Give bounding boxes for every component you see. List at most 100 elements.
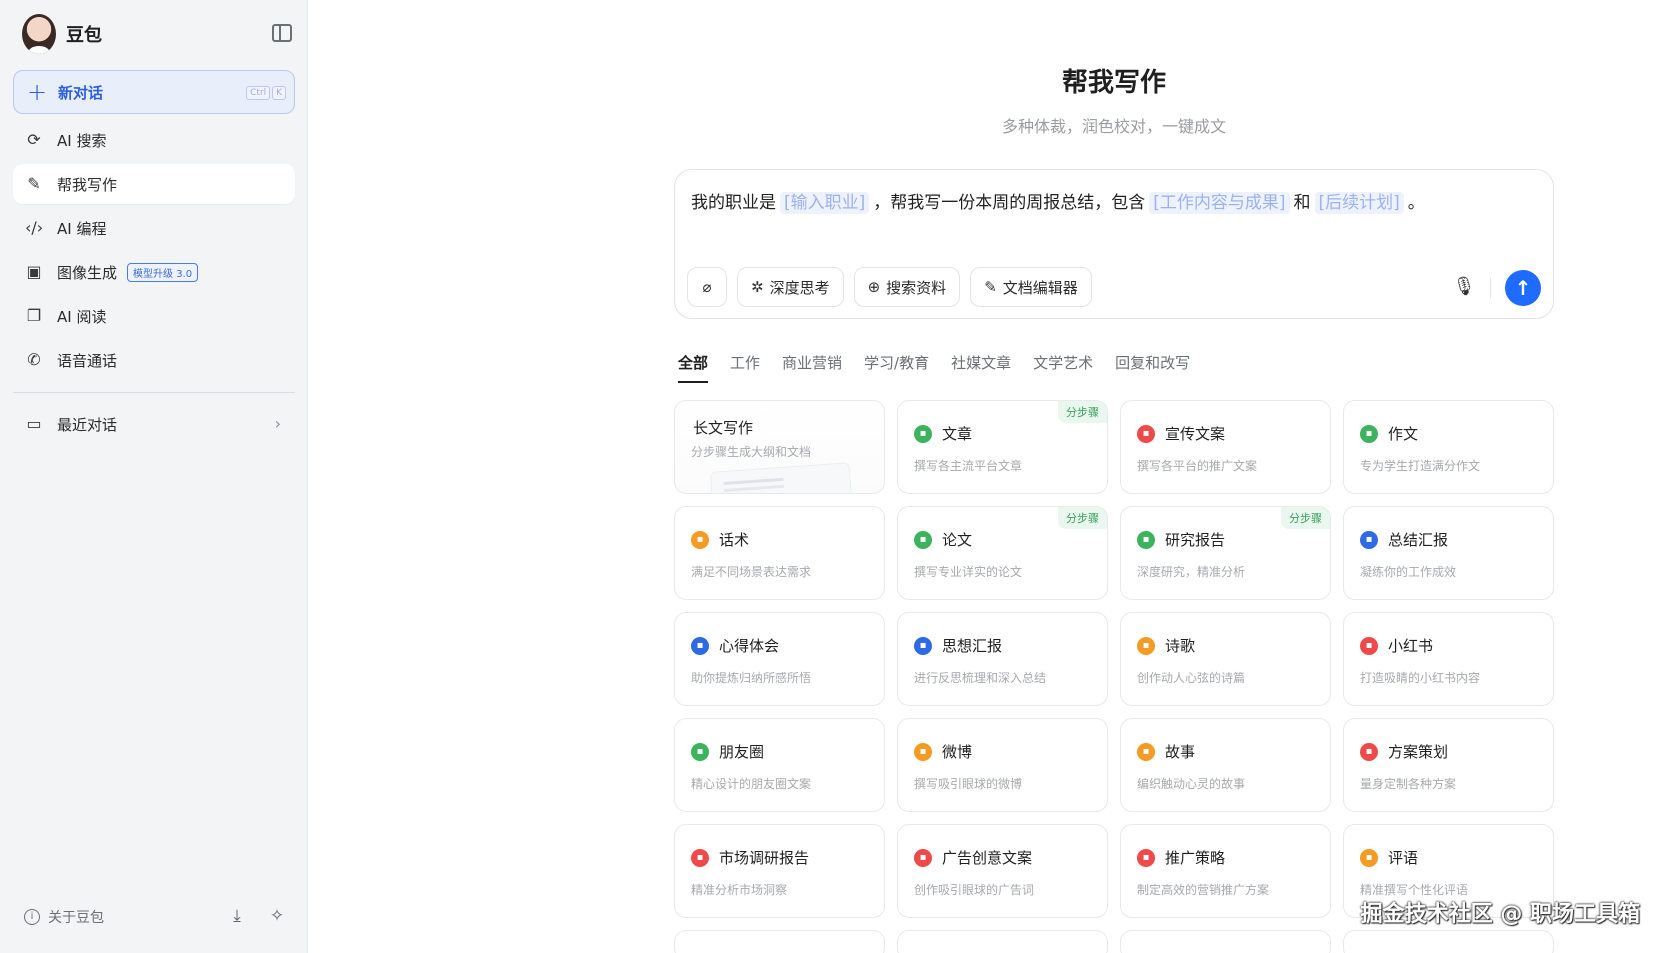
template-card[interactable]: ▪ 文章 撰写各主流平台文章 分步骤 bbox=[897, 400, 1108, 494]
template-card[interactable]: ▪ 宣传文案撰写各平台的推广文案 bbox=[1120, 400, 1331, 494]
slot-work-content[interactable]: [工作内容与成果] bbox=[1149, 192, 1290, 214]
template-card[interactable]: ▪ 故事 编织触动心灵的故事 bbox=[1120, 718, 1331, 812]
card-header: ▪ 话术 bbox=[691, 529, 749, 550]
template-card[interactable]: ▪ 诗歌 创作动人心弦的诗篇 bbox=[1120, 612, 1331, 706]
card-header: ▪ 市场调研报告 bbox=[691, 847, 809, 868]
sidebar-item-label: 语音通话 bbox=[57, 351, 118, 370]
card-title: 宣传文案 bbox=[1165, 425, 1226, 443]
card-description: 撰写吸引眼球的微博 bbox=[914, 777, 1023, 791]
template-card[interactable]: ▪ 推广策略 制定高效的营销推广方案 bbox=[1120, 824, 1331, 918]
card-type-icon: ▪ bbox=[691, 530, 709, 549]
microphone-icon[interactable]: 🎙 bbox=[1451, 274, 1477, 300]
card-header: ▪ 论文 bbox=[914, 529, 972, 550]
attach-button[interactable]: ⌀ bbox=[687, 267, 727, 307]
card-header: ▪ 总结汇报 bbox=[1360, 529, 1448, 550]
sidebar-item[interactable]: ‹/› AI 编程 bbox=[13, 208, 295, 248]
template-card-partial[interactable] bbox=[1343, 930, 1554, 953]
category-tab[interactable]: 回复和改写 bbox=[1115, 352, 1190, 383]
pen-icon: ✎ bbox=[27, 174, 41, 193]
recent-chats-item[interactable]: ▭ 最近对话 › bbox=[13, 404, 295, 444]
slot-occupation[interactable]: [输入职业] bbox=[780, 192, 870, 214]
about-link[interactable]: 关于豆包 bbox=[48, 907, 104, 927]
card-header: ▪ 微博 bbox=[914, 741, 972, 762]
search-icon: ⟳ bbox=[27, 130, 41, 149]
book-icon: ❐ bbox=[26, 306, 42, 325]
card-title: 方案策划 bbox=[1388, 743, 1449, 761]
template-card-partial[interactable] bbox=[897, 930, 1108, 953]
prompt-part: 。 bbox=[1407, 193, 1425, 213]
template-card[interactable]: ▪ 研究报告 深度研究，精准分析 分步骤 bbox=[1120, 506, 1331, 600]
sidebar-item-label: 帮我写作 bbox=[57, 175, 118, 194]
card-title: 长文写作 bbox=[693, 419, 754, 437]
template-card[interactable]: ▪ 微博撰写吸引眼球的微博 bbox=[897, 718, 1108, 812]
sidebar-footer: i 关于豆包 ⤓ ✧ bbox=[24, 905, 288, 929]
category-tab[interactable]: 全部 bbox=[678, 352, 709, 383]
template-card[interactable]: ▪ 论文 撰写专业详实的论文 分步骤 bbox=[897, 506, 1108, 600]
sidebar-item[interactable]: ❐ AI 阅读 bbox=[13, 296, 295, 336]
card-header: ▪ 作文 bbox=[1360, 423, 1418, 444]
card-description: 满足不同场景表达需求 bbox=[691, 565, 812, 579]
template-card[interactable]: ▪ 小红书 打造吸睛的小红书内容 bbox=[1343, 612, 1554, 706]
card-description: 编织触动心灵的故事 bbox=[1137, 777, 1246, 791]
card-type-icon: ▪ bbox=[1360, 636, 1378, 655]
category-tab[interactable]: 文学艺术 bbox=[1033, 352, 1093, 383]
template-card-partial[interactable] bbox=[674, 930, 885, 953]
card-title: 总结汇报 bbox=[1388, 531, 1449, 549]
download-icon[interactable]: ⤓ bbox=[226, 905, 248, 927]
prompt-part: ，帮我写一份本周的周报总结，包含 bbox=[873, 193, 1146, 213]
send-button[interactable]: ↑ bbox=[1505, 270, 1541, 306]
code-icon: ‹/› bbox=[25, 218, 44, 237]
category-tab[interactable]: 学习/教育 bbox=[864, 352, 929, 383]
template-card[interactable]: ▪ 朋友圈 精心设计的朋友圈文案 bbox=[674, 718, 885, 812]
sidebar-item[interactable]: ⟳ AI 搜索 bbox=[13, 120, 295, 160]
template-card[interactable]: ▪ 市场调研报告 精准分析市场洞察 bbox=[674, 824, 885, 918]
template-card[interactable]: ▪ 心得体会 助你提炼归纳所感所悟 bbox=[674, 612, 885, 706]
sidebar-item[interactable]: ✎ 帮我写作 bbox=[13, 164, 295, 204]
avatar[interactable] bbox=[22, 14, 56, 54]
sidebar-item[interactable]: ✆ 语音通话 bbox=[13, 340, 295, 380]
template-card[interactable]: ▪ 作文专为学生打造满分作文 bbox=[1343, 400, 1554, 494]
new-chat-button[interactable]: + 新对话 Ctrl K bbox=[13, 70, 295, 114]
slot-next-plan[interactable]: [后续计划] bbox=[1314, 192, 1404, 214]
card-description: 撰写各主流平台文章 bbox=[914, 459, 1023, 473]
card-type-icon: ▪ bbox=[1137, 530, 1155, 549]
card-type-icon: ▪ bbox=[1137, 742, 1155, 761]
template-card[interactable]: ▪ 话术满足不同场景表达需求 bbox=[674, 506, 885, 600]
chevron-right-icon: › bbox=[274, 414, 281, 433]
card-title: 朋友圈 bbox=[719, 743, 765, 761]
template-card[interactable]: ▪ 思想汇报 进行反思梳理和深入总结 bbox=[897, 612, 1108, 706]
category-tab[interactable]: 商业营销 bbox=[782, 352, 842, 383]
paperclip-icon: ⌀ bbox=[702, 278, 712, 296]
plus-icon: + bbox=[26, 78, 48, 106]
divider bbox=[13, 392, 295, 393]
card-title: 心得体会 bbox=[719, 637, 780, 655]
card-description: 进行反思梳理和深入总结 bbox=[914, 671, 1047, 685]
card-title: 微博 bbox=[942, 743, 973, 761]
card-header: ▪ 方案策划 bbox=[1360, 741, 1448, 762]
sidebar-toggle-icon[interactable] bbox=[272, 24, 292, 42]
card-description: 撰写各平台的推广文案 bbox=[1137, 459, 1258, 473]
category-tab[interactable]: 社媒文章 bbox=[951, 352, 1011, 383]
card-header: ▪ 朋友圈 bbox=[691, 741, 764, 762]
new-chat-label: 新对话 bbox=[58, 83, 104, 102]
card-title: 诗歌 bbox=[1165, 637, 1196, 655]
category-tab[interactable]: 工作 bbox=[730, 352, 760, 383]
sidebar-item[interactable]: ▣ 图像生成 模型升级 3.0 bbox=[13, 252, 295, 292]
card-title: 论文 bbox=[942, 531, 973, 549]
template-card[interactable]: ▪ 广告创意文案 创作吸引眼球的广告词 bbox=[897, 824, 1108, 918]
chat-icon: ▭ bbox=[26, 414, 42, 433]
card-header: ▪ 宣传文案 bbox=[1137, 423, 1225, 444]
template-card[interactable]: ▪ 方案策划 量身定制各种方案 bbox=[1343, 718, 1554, 812]
doc-editor-button[interactable]: ✎ 文档编辑器 bbox=[970, 267, 1092, 307]
card-description: 专为学生打造满分作文 bbox=[1360, 459, 1481, 473]
deep-think-button[interactable]: ✲ 深度思考 bbox=[737, 267, 844, 307]
prompt-text[interactable]: 我的职业是 [输入职业] ，帮我写一份本周的周报总结，包含 [工作内容与成果] 和 [后续… bbox=[691, 188, 1425, 214]
prompt-composer[interactable]: 我的职业是 [输入职业] ，帮我写一份本周的周报总结，包含 [工作内容与成果] 和 [后续… bbox=[674, 169, 1554, 319]
template-card-partial[interactable] bbox=[1120, 930, 1331, 953]
sidebar-header: 豆包 bbox=[22, 14, 292, 54]
template-card[interactable]: ▪ 总结汇报 凝练你的工作成效 bbox=[1343, 506, 1554, 600]
template-card[interactable]: 长文写作 分步骤生成大纲和文档 bbox=[674, 400, 885, 494]
extension-icon[interactable]: ✧ bbox=[266, 905, 288, 927]
search-sources-button[interactable]: ⊕ 搜索资料 bbox=[853, 267, 961, 307]
card-header: ▪ 评语 bbox=[1360, 847, 1418, 868]
